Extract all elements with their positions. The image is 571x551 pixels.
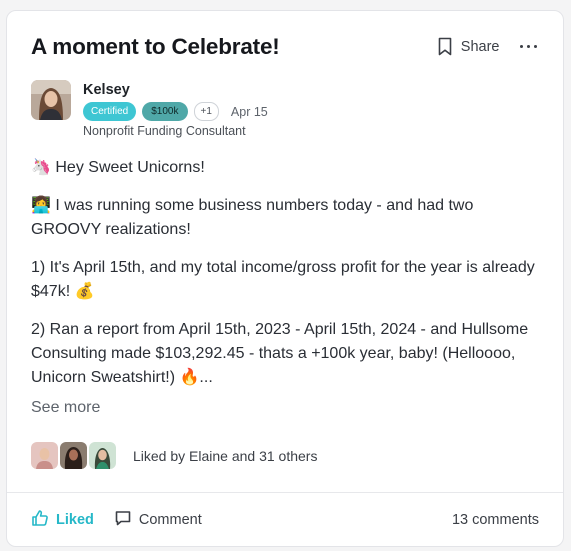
post-paragraph: 🦄 Hey Sweet Unicorns! — [31, 156, 541, 180]
post-body: 🦄 Hey Sweet Unicorns! 👩‍💻 I was running … — [31, 156, 541, 404]
liker-avatar[interactable] — [31, 442, 58, 469]
post-actions: Share — [437, 37, 537, 56]
more-badges-button[interactable]: +1 — [193, 102, 219, 121]
post-footer: Liked Comment 13 comments — [31, 509, 539, 531]
like-label: Liked — [56, 512, 94, 528]
post-date: Apr 15 — [230, 104, 268, 119]
level-badge: $100k — [142, 102, 188, 121]
footer-divider — [7, 492, 563, 493]
author-name[interactable]: Kelsey — [83, 81, 268, 99]
like-button[interactable]: Liked — [31, 509, 94, 531]
money-bag-icon: 💰 — [74, 283, 95, 300]
comments-count[interactable]: 13 comments — [452, 512, 539, 528]
see-more-link[interactable]: See more — [31, 399, 100, 417]
badge-row: Certified $100k +1 Apr 15 — [83, 102, 268, 121]
bookmark-icon — [437, 37, 453, 56]
comment-icon — [114, 509, 132, 531]
fire-icon: 🔥 — [179, 369, 200, 386]
post-paragraph: 2) Ran a report from April 15th, 2023 - … — [31, 318, 541, 390]
author-role: Nonprofit Funding Consultant — [83, 124, 246, 138]
thumbs-up-icon — [31, 509, 49, 531]
post-paragraph: 👩‍💻 I was running some business numbers … — [31, 194, 541, 242]
more-options-button[interactable] — [519, 38, 537, 56]
liker-avatar[interactable] — [60, 442, 87, 469]
likes-row: Liked by Elaine and 31 others — [31, 442, 317, 469]
author-info: Kelsey Certified $100k +1 Apr 15 Nonprof… — [83, 81, 268, 138]
post-title: A moment to Celebrate! — [31, 34, 280, 59]
technologist-icon: 👩‍💻 — [31, 197, 51, 214]
post-paragraph: 1) It's April 15th, and my total income/… — [31, 256, 541, 304]
certified-badge: Certified — [83, 102, 137, 121]
likes-summary[interactable]: Liked by Elaine and 31 others — [133, 448, 317, 464]
post-card: A moment to Celebrate! Share Kelsey Cert… — [6, 10, 564, 547]
author-avatar[interactable] — [31, 80, 71, 120]
share-label: Share — [460, 38, 500, 55]
liker-avatar[interactable] — [89, 442, 116, 469]
comment-button[interactable]: Comment — [114, 509, 202, 531]
more-horizontal-icon — [519, 44, 523, 49]
share-button[interactable]: Share — [437, 37, 500, 56]
unicorn-icon: 🦄 — [31, 159, 51, 176]
comment-label: Comment — [138, 512, 202, 528]
